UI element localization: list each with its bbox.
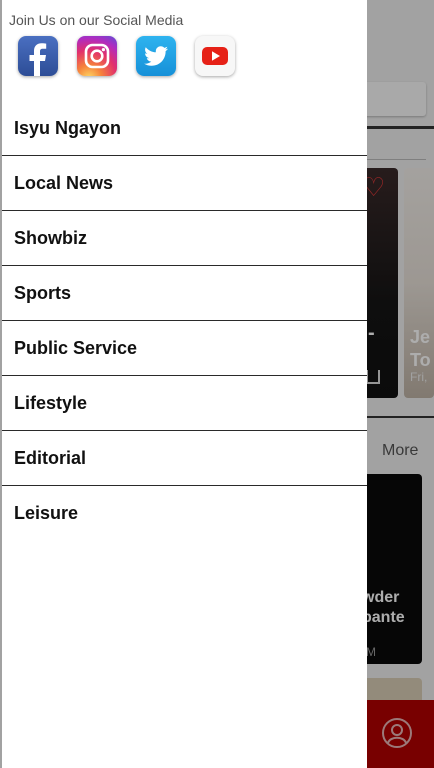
youtube-button[interactable] <box>195 36 235 76</box>
menu-item-leisure[interactable]: Leisure <box>2 486 367 541</box>
menu-item-sports[interactable]: Sports <box>2 266 367 321</box>
menu-item-isyu-ngayon[interactable]: Isyu Ngayon <box>2 101 367 156</box>
category-menu: Isyu Ngayon Local News Showbiz Sports Pu… <box>2 101 367 541</box>
instagram-icon <box>84 43 110 69</box>
facebook-icon <box>29 43 47 76</box>
social-heading: Join Us on our Social Media <box>9 12 184 28</box>
twitter-icon <box>144 46 168 66</box>
instagram-button[interactable] <box>77 36 117 76</box>
menu-item-showbiz[interactable]: Showbiz <box>2 211 367 266</box>
menu-item-editorial[interactable]: Editorial <box>2 431 367 486</box>
social-links <box>18 36 254 76</box>
youtube-icon <box>202 47 228 65</box>
menu-item-public-service[interactable]: Public Service <box>2 321 367 376</box>
facebook-button[interactable] <box>18 36 58 76</box>
navigation-drawer: Join Us on our Social Media Isyu Ngayon … <box>2 0 367 768</box>
menu-item-local-news[interactable]: Local News <box>2 156 367 211</box>
menu-item-lifestyle[interactable]: Lifestyle <box>2 376 367 431</box>
twitter-button[interactable] <box>136 36 176 76</box>
